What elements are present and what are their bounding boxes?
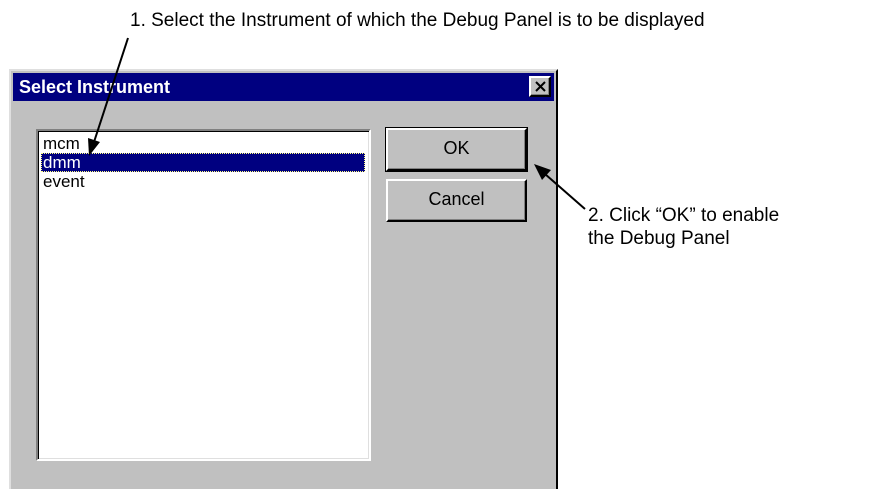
select-instrument-dialog: Select Instrument mcm dmm event OK Cance… xyxy=(9,69,558,489)
step1-annotation: 1. Select the Instrument of which the De… xyxy=(130,10,705,31)
list-item-mcm[interactable]: mcm xyxy=(41,134,365,153)
list-item-dmm[interactable]: dmm xyxy=(41,153,365,172)
step2-annotation: 2. Click “OK” to enable the Debug Panel xyxy=(588,204,779,250)
dialog-title: Select Instrument xyxy=(19,77,171,97)
cancel-button[interactable]: Cancel xyxy=(386,179,527,222)
close-icon xyxy=(535,81,546,92)
list-item-event[interactable]: event xyxy=(41,172,365,191)
close-button[interactable] xyxy=(529,76,551,97)
step2-line2: the Debug Panel xyxy=(588,228,730,249)
instrument-listbox[interactable]: mcm dmm event xyxy=(36,129,371,461)
step2-line1: 2. Click “OK” to enable xyxy=(588,205,780,226)
ok-button[interactable]: OK xyxy=(385,127,528,172)
title-bar[interactable]: Select Instrument xyxy=(13,73,554,101)
